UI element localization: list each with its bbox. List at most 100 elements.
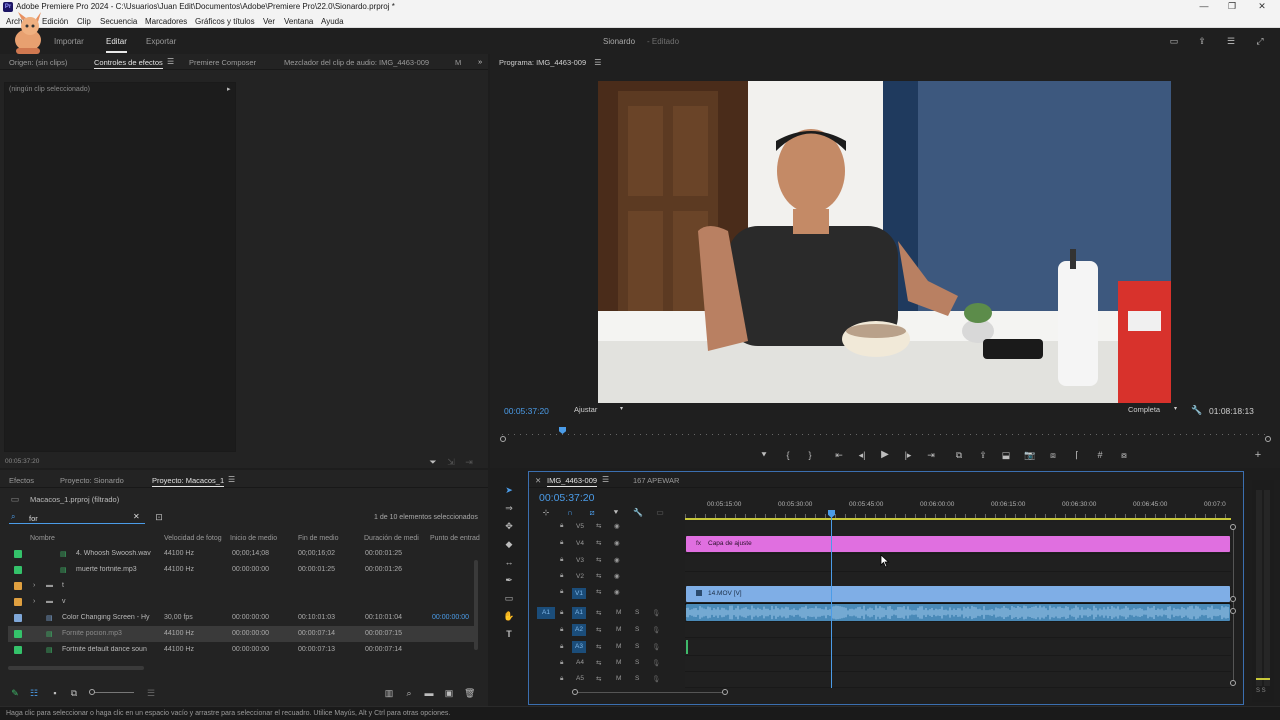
source-patch-a1[interactable]: A1	[537, 607, 555, 619]
label-color-swatch[interactable]	[14, 550, 22, 558]
go-to-out-icon[interactable]: ⇥	[925, 450, 937, 460]
menu-ver[interactable]: Ver	[263, 17, 275, 26]
grid-icon[interactable]: #	[1094, 450, 1106, 460]
automate-sequence-icon[interactable]: ▥	[384, 688, 394, 698]
timeline-settings-icon[interactable]: 🔧	[633, 508, 643, 518]
button-editor-plus-icon[interactable]: +	[1252, 450, 1264, 461]
add-marker-icon[interactable]: ⯆	[758, 450, 770, 460]
track-target[interactable]: A2	[572, 624, 586, 636]
project-row[interactable]: ▤ Color Changing Screen - Hy 30,00 fps 00:0…	[8, 610, 478, 626]
microphone-icon[interactable]: 🎙︎	[652, 659, 660, 667]
new-item-icon[interactable]: ▣	[444, 688, 454, 698]
menu-secuencia[interactable]: Secuencia	[100, 17, 137, 26]
mark-out-icon[interactable]: }	[804, 450, 816, 460]
mute-button[interactable]: M	[616, 626, 621, 633]
video-track-header[interactable]: V3 🔒︎ ⇆ ◉	[528, 553, 684, 569]
audio-clip-a3-marker[interactable]	[686, 640, 688, 654]
add-marker-timeline-icon[interactable]: ⯆	[611, 508, 621, 518]
program-timecode[interactable]: 00:05:37:20	[504, 406, 549, 416]
video-track-header[interactable]: V2 🔒︎ ⇆ ◉	[528, 569, 684, 585]
project-row[interactable]: ▤ Fortnite default dance soun 44100 Hz 00:0…	[8, 642, 478, 658]
tab-origen[interactable]: Origen: (sin clips)	[9, 58, 67, 67]
track-lane[interactable]	[685, 672, 1231, 688]
selection-tool-icon[interactable]: ➤	[503, 485, 515, 495]
eye-icon[interactable]: ◉	[614, 556, 620, 564]
more-tabs-icon[interactable]: »	[478, 57, 482, 66]
new-search-bin-icon[interactable]: ⊡	[154, 512, 164, 522]
lift-icon[interactable]: ⧉	[953, 450, 965, 460]
mute-button[interactable]: M	[616, 609, 621, 616]
solo-button[interactable]: S	[635, 643, 639, 650]
zoom-slider-handle[interactable]	[89, 689, 95, 695]
tab-mezclador-clip[interactable]: Mezclador del clip de audio: IMG_4463-00…	[284, 58, 429, 67]
lock-icon[interactable]: 🔒︎	[560, 522, 563, 530]
tab-sequence-apewar[interactable]: 167 APEWAR	[633, 476, 679, 485]
project-row[interactable]: › ▬ v	[8, 594, 478, 610]
sync-lock-icon[interactable]: ⇆	[596, 675, 601, 683]
step-back-icon[interactable]: ◂|	[856, 450, 868, 460]
sync-lock-icon[interactable]: ⇆	[596, 556, 601, 564]
mute-button[interactable]: M	[616, 643, 621, 650]
hand-tool-icon[interactable]: ✋	[503, 611, 515, 621]
icon-view-icon[interactable]: ▪	[50, 688, 60, 698]
track-lane[interactable]	[685, 622, 1231, 638]
mark-in-icon[interactable]: {	[782, 450, 794, 460]
microphone-icon[interactable]: 🎙︎	[652, 675, 660, 683]
lock-icon[interactable]: 🔒︎	[560, 588, 563, 596]
freeform-view-icon[interactable]: ⧉	[69, 688, 79, 698]
workspace-menu-icon[interactable]: ☰	[1225, 36, 1237, 46]
menu-marcadores[interactable]: Marcadores	[145, 17, 187, 26]
video-track-header[interactable]: V4 🔒︎ ⇆ ◉	[528, 536, 684, 552]
pen-tool-icon[interactable]: ✒	[503, 575, 515, 585]
tab-proyecto-macacos[interactable]: Proyecto: Macacos_1	[152, 476, 225, 487]
tab-controles-efectos[interactable]: Controles de efectos	[94, 58, 163, 69]
menu-clip[interactable]: Clip	[77, 17, 91, 26]
program-scrubber[interactable]	[500, 427, 1271, 442]
project-hscrollbar[interactable]	[8, 666, 144, 670]
work-area-bar[interactable]	[685, 518, 1231, 520]
menu-ayuda[interactable]: Ayuda	[321, 17, 344, 26]
tab-premiere-composer[interactable]: Premiere Composer	[189, 58, 256, 67]
camera-icon[interactable]: 📷	[1024, 450, 1036, 460]
tab-m[interactable]: M	[455, 58, 461, 67]
col-nombre[interactable]: Nombre	[30, 535, 55, 542]
audio-track-header[interactable]: 🔒︎ A5 ⇆ M S 🎙︎	[528, 671, 684, 687]
write-pencil-icon[interactable]: ✎	[10, 688, 20, 698]
lock-icon[interactable]: 🔒︎	[560, 539, 563, 547]
share-icon[interactable]: ⇪	[1196, 36, 1208, 46]
type-tool-icon[interactable]: T	[503, 629, 515, 639]
trim-icon[interactable]: ⌈	[1071, 450, 1083, 460]
track-lane[interactable]	[685, 656, 1231, 672]
sync-lock-icon[interactable]: ⇆	[596, 522, 601, 530]
wrench-icon[interactable]: 🔧	[1191, 405, 1202, 415]
tab-proyecto-sionardo[interactable]: Proyecto: Sionardo	[60, 476, 124, 485]
vr-icon[interactable]: ⧇	[1118, 450, 1130, 460]
sort-icon[interactable]: ☰	[146, 688, 156, 698]
audio-track-header[interactable]: 🔒︎ A4 ⇆ M S 🎙︎	[528, 655, 684, 671]
minimize-icon[interactable]: —	[1194, 1, 1214, 13]
menu-ventana[interactable]: Ventana	[284, 17, 313, 26]
workspace-tab-importar[interactable]: Importar	[54, 37, 84, 46]
eye-icon[interactable]: ◉	[614, 539, 620, 547]
microphone-icon[interactable]: 🎙︎	[652, 643, 660, 651]
lock-icon[interactable]: 🔒︎	[560, 556, 563, 564]
close-sequence-icon[interactable]: ✕	[535, 476, 541, 485]
workspace-tab-exportar[interactable]: Exportar	[146, 37, 176, 46]
sync-lock-icon[interactable]: ⇆	[596, 588, 601, 596]
source-patch-v1[interactable]: V1	[572, 588, 586, 599]
step-forward-icon[interactable]: |▸	[902, 450, 914, 460]
quality-dropdown[interactable]: Completa ▾	[1128, 405, 1184, 417]
eye-icon[interactable]: ◉	[614, 572, 620, 580]
audio-track-header[interactable]: 🔒︎ A2 ⇆ M S 🎙︎	[528, 622, 684, 638]
tab-efectos[interactable]: Efectos	[9, 476, 34, 485]
lock-icon[interactable]: 🔒︎	[560, 675, 563, 683]
col-velocidad[interactable]: Velocidad de fotog	[164, 535, 222, 542]
solo-button[interactable]: S	[635, 675, 639, 682]
filter-icon[interactable]: ⏷	[428, 457, 438, 467]
col-inicio[interactable]: Inicio de medio	[230, 535, 277, 542]
lock-icon[interactable]: 🔒︎	[560, 626, 563, 634]
video-clip[interactable]: 14.MOV [V]	[686, 586, 1230, 602]
razor-tool-icon[interactable]: ◆	[503, 539, 515, 549]
label-color-swatch[interactable]	[14, 582, 22, 590]
col-duracion[interactable]: Duración de medi	[364, 535, 419, 542]
